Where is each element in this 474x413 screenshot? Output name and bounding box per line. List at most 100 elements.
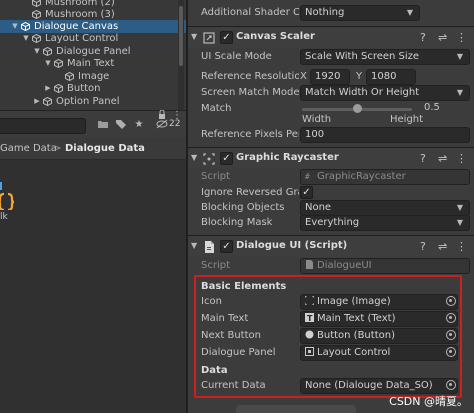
main-text-field-row: Main Text T Main Text (Text) — [188, 310, 474, 328]
ref-res-y-label[interactable]: Y — [356, 71, 362, 82]
breadcrumb-dialogue-data[interactable]: Dialogue Data — [65, 138, 145, 159]
gameobject-cube-icon — [32, 0, 41, 7]
breadcrumb-game-data[interactable]: Game Data — [0, 138, 57, 159]
screen-match-mode-dropdown[interactable]: Match Width Or Height ▼ — [300, 85, 470, 101]
hierarchy-item-label: Main Text — [67, 58, 115, 69]
svg-text:#: # — [305, 172, 310, 180]
foldout-arrow-icon[interactable]: ▼ — [191, 241, 197, 250]
dialogue-script-value: DialogueUI — [317, 260, 372, 271]
scriptable-object-asset-icon[interactable] — [0, 170, 18, 212]
dialogue-panel-field-row: Dialogue Panel Layout Control — [188, 344, 474, 362]
graphic-raycaster-header[interactable]: ▼ ✓ Graphic Raycaster ? ⇌ ⋮ — [188, 147, 474, 169]
help-icon[interactable]: ? — [420, 152, 426, 165]
help-icon[interactable]: ? — [420, 31, 426, 44]
object-picker-icon[interactable] — [446, 380, 456, 390]
ignore-reversed-checkbox[interactable]: ✓ — [300, 186, 313, 199]
blocking-mask-row: Blocking Mask Everything ▼ — [188, 214, 474, 232]
dialogue-ui-header[interactable]: ▼ ✓ Dialogue UI (Script) ? ⇌ ⋮ — [188, 235, 474, 257]
additional-shader-value: Nothing — [305, 7, 345, 18]
data-section-header: Data — [201, 365, 228, 376]
panel-menu-icon[interactable]: ⋮ — [170, 110, 184, 122]
foldout-arrow-icon[interactable]: ▼ — [191, 32, 197, 41]
match-slider-knob[interactable] — [352, 104, 362, 113]
icon-label: Icon — [201, 296, 222, 307]
match-value[interactable]: 0.5 — [424, 102, 440, 113]
favorite-star-icon[interactable]: ★ — [132, 119, 146, 131]
ref-res-x-label[interactable]: X — [300, 71, 307, 82]
match-height-caption: Height — [390, 114, 424, 125]
hierarchy-item[interactable]: ▶ Option Panel — [0, 95, 186, 108]
raycaster-script-value: GraphicRaycaster — [317, 171, 406, 182]
presets-icon[interactable]: ⇌ — [438, 31, 447, 44]
graphic-raycaster-title: Graphic Raycaster — [236, 152, 339, 163]
object-picker-icon[interactable] — [446, 313, 456, 323]
script-file-icon: # — [305, 171, 314, 181]
gameobject-cube-icon — [43, 97, 52, 106]
chevron-down-icon: ▼ — [456, 88, 463, 97]
hierarchy-item[interactable]: ▼ Layout Control — [0, 32, 186, 45]
chevron-down-icon: ▼ — [456, 203, 463, 212]
add-component-button[interactable] — [236, 405, 356, 413]
object-picker-icon[interactable] — [446, 347, 456, 357]
left-column: Mushroom (2) Mushroom (3) ▼ Dialogue Canvas… — [0, 0, 186, 413]
project-search-field[interactable] — [0, 118, 86, 134]
component-menu-icon[interactable]: ⋮ — [456, 31, 467, 44]
next-button-field-value: Button (Button) — [317, 330, 395, 341]
gameobject-cube-icon — [32, 10, 41, 19]
additional-shader-dropdown[interactable]: Nothing ▼ — [300, 5, 420, 21]
label-filter-icon[interactable] — [114, 119, 128, 131]
canvas-scaler-enabled-checkbox[interactable]: ✓ — [220, 31, 233, 44]
hierarchy-scrollbar-thumb[interactable] — [179, 6, 183, 66]
icon-field-row: Icon Image (Image) — [188, 293, 474, 311]
blocking-objects-value: None — [305, 202, 332, 213]
csharp-script-icon — [202, 240, 216, 254]
match-width-caption: Width — [302, 114, 332, 125]
script-file-icon — [305, 260, 314, 269]
current-data-object-field[interactable]: None (Dialouge Data_SO) — [300, 378, 458, 394]
expanded-arrow-icon[interactable]: ▼ — [22, 32, 30, 45]
dialogue-panel-object-field[interactable]: Layout Control — [300, 345, 458, 361]
gameobject-cube-icon — [54, 84, 63, 93]
blocking-mask-label: Blocking Mask — [201, 217, 273, 228]
next-button-field-row: Next Button Button (Button) — [188, 327, 474, 345]
foldout-arrow-icon[interactable]: ▼ — [191, 153, 197, 162]
hierarchy-item-label: Button — [67, 83, 101, 94]
next-button-object-field[interactable]: Button (Button) — [300, 328, 458, 344]
ref-res-y-input[interactable]: 1080 — [366, 69, 416, 85]
ui-scale-mode-dropdown[interactable]: Scale With Screen Size ▼ — [300, 49, 470, 65]
canvas-scaler-header[interactable]: ▼ ✓ Canvas Scaler ? ⇌ ⋮ — [188, 26, 474, 48]
help-icon[interactable]: ? — [420, 240, 426, 253]
text-icon: T — [305, 313, 314, 323]
create-folder-icon[interactable] — [96, 119, 110, 131]
breadcrumb: Game Data > Dialogue Data — [0, 138, 186, 160]
dialogue-ui-enabled-checkbox[interactable]: ✓ — [220, 240, 233, 253]
component-menu-icon[interactable]: ⋮ — [456, 152, 467, 165]
presets-icon[interactable]: ⇌ — [438, 152, 447, 165]
hierarchy-item[interactable]: ▼ Main Text — [0, 57, 186, 70]
dialogue-panel-label: Dialogue Panel — [201, 347, 276, 358]
collapsed-arrow-icon[interactable]: ▶ — [33, 95, 41, 108]
lock-icon[interactable] — [155, 109, 169, 122]
canvas-scaler-icon — [202, 31, 216, 45]
object-picker-icon[interactable] — [446, 296, 456, 306]
hierarchy-item[interactable]: ▶ Button — [0, 82, 186, 95]
blocking-mask-dropdown[interactable]: Everything ▼ — [300, 215, 470, 231]
component-menu-icon[interactable]: ⋮ — [456, 240, 467, 253]
expanded-arrow-icon[interactable]: ▼ — [44, 57, 52, 70]
main-text-label: Main Text — [201, 313, 249, 324]
icon-object-field[interactable]: Image (Image) — [300, 294, 458, 310]
screen-match-mode-label: Screen Match Mode — [201, 87, 300, 98]
hierarchy-item-label: Layout Control — [45, 33, 119, 44]
object-picker-icon[interactable] — [446, 330, 456, 340]
collapsed-arrow-icon[interactable]: ▶ — [44, 82, 52, 95]
ref-res-x-input[interactable]: 1920 — [310, 69, 350, 85]
graphic-raycaster-enabled-checkbox[interactable]: ✓ — [220, 152, 233, 165]
raycaster-script-field: # GraphicRaycaster — [300, 169, 470, 185]
dialogue-panel-field-value: Layout Control — [317, 347, 391, 358]
additional-shader-label: Additional Shader Ch — [201, 7, 299, 18]
reference-pixels-input[interactable]: 100 — [300, 127, 470, 143]
dialogue-ui-title: Dialogue UI (Script) — [236, 240, 348, 251]
asset-name-label: lk — [0, 212, 8, 222]
presets-icon[interactable]: ⇌ — [438, 240, 447, 253]
main-text-object-field[interactable]: T Main Text (Text) — [300, 311, 458, 327]
